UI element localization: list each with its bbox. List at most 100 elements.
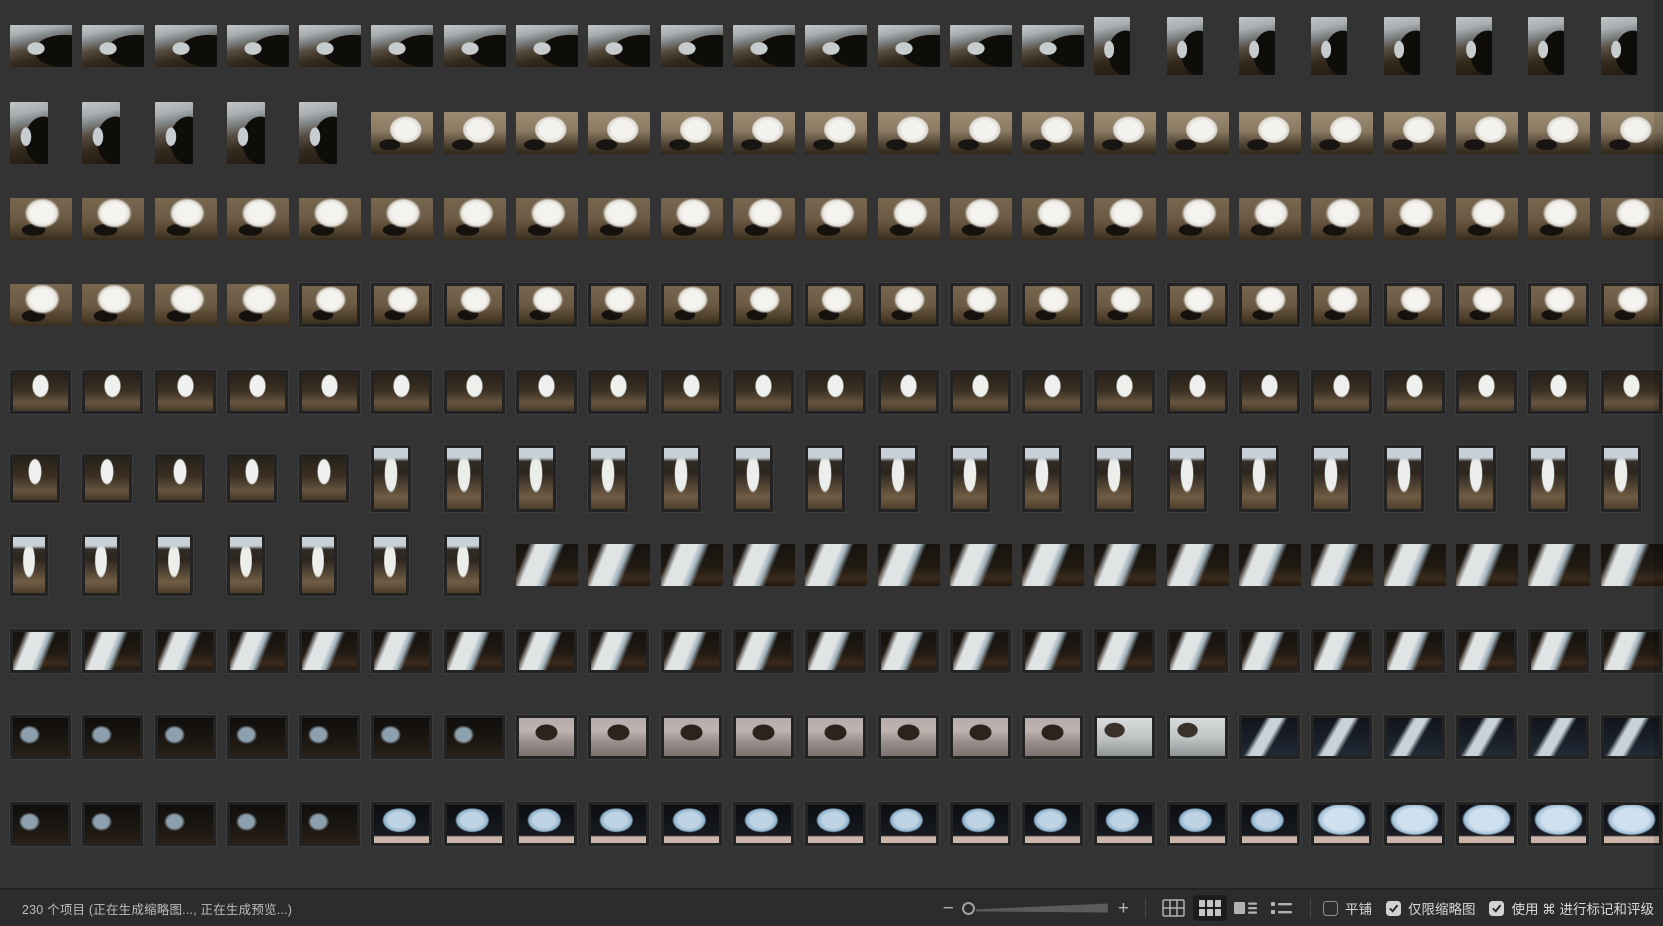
- photo-thumbnail[interactable]: [371, 112, 433, 154]
- photo-thumbnail[interactable]: [1384, 715, 1445, 759]
- photo-thumbnail[interactable]: [516, 112, 578, 154]
- photo-thumbnail[interactable]: [82, 102, 120, 164]
- photo-thumbnail[interactable]: [878, 445, 918, 512]
- photo-thumbnail[interactable]: [227, 370, 288, 414]
- photo-thumbnail[interactable]: [878, 198, 940, 240]
- photo-thumbnail[interactable]: [227, 25, 289, 67]
- photo-thumbnail[interactable]: [444, 629, 505, 673]
- photo-thumbnail[interactable]: [299, 454, 349, 503]
- slider-knob[interactable]: [962, 902, 975, 915]
- photo-thumbnail[interactable]: [805, 715, 866, 759]
- tile-checkbox-label[interactable]: 平铺: [1345, 898, 1372, 918]
- photo-thumbnail[interactable]: [878, 802, 939, 846]
- thumbnail-size-slider[interactable]: [962, 900, 1110, 916]
- photo-thumbnail[interactable]: [1311, 544, 1373, 586]
- photo-thumbnail[interactable]: [1022, 283, 1083, 327]
- photo-thumbnail[interactable]: [227, 715, 288, 759]
- photo-thumbnail[interactable]: [588, 544, 650, 586]
- photo-thumbnail[interactable]: [1094, 112, 1156, 154]
- photo-thumbnail[interactable]: [155, 370, 216, 414]
- photo-thumbnail[interactable]: [950, 802, 1011, 846]
- photo-thumbnail[interactable]: [82, 454, 132, 503]
- photo-thumbnail[interactable]: [299, 370, 360, 414]
- photo-thumbnail[interactable]: [1167, 198, 1229, 240]
- photo-thumbnail[interactable]: [1384, 802, 1445, 846]
- photo-thumbnail[interactable]: [588, 25, 650, 67]
- photo-thumbnail[interactable]: [1239, 629, 1300, 673]
- photo-thumbnail[interactable]: [10, 534, 48, 596]
- photo-thumbnail[interactable]: [1456, 283, 1517, 327]
- photo-thumbnail[interactable]: [661, 198, 723, 240]
- photo-thumbnail[interactable]: [1094, 802, 1155, 846]
- photo-thumbnail[interactable]: [371, 198, 433, 240]
- photo-thumbnail[interactable]: [1456, 17, 1492, 75]
- photo-thumbnail[interactable]: [1456, 112, 1518, 154]
- photo-thumbnail[interactable]: [155, 25, 217, 67]
- photo-thumbnail[interactable]: [10, 715, 71, 759]
- photo-thumbnail[interactable]: [733, 25, 795, 67]
- photo-thumbnail[interactable]: [878, 25, 940, 67]
- photo-thumbnail[interactable]: [1239, 17, 1275, 75]
- photo-thumbnail[interactable]: [1167, 629, 1228, 673]
- photo-thumbnail[interactable]: [661, 802, 722, 846]
- photo-thumbnail[interactable]: [1239, 283, 1300, 327]
- photo-thumbnail[interactable]: [1239, 802, 1300, 846]
- photo-thumbnail[interactable]: [950, 370, 1011, 414]
- photo-thumbnail[interactable]: [516, 283, 577, 327]
- photo-thumbnail[interactable]: [371, 283, 432, 327]
- photo-thumbnail[interactable]: [1456, 715, 1517, 759]
- thumbnails-only-checkbox[interactable]: [1386, 901, 1401, 916]
- photo-thumbnail[interactable]: [588, 370, 649, 414]
- thumbnails-only-checkbox-label[interactable]: 仅限缩略图: [1408, 898, 1476, 918]
- photo-thumbnail[interactable]: [878, 629, 939, 673]
- photo-thumbnail[interactable]: [299, 283, 360, 327]
- photo-thumbnail[interactable]: [299, 25, 361, 67]
- photo-thumbnail[interactable]: [661, 283, 722, 327]
- photo-thumbnail[interactable]: [1311, 445, 1351, 512]
- photo-thumbnail[interactable]: [371, 715, 432, 759]
- photo-thumbnail[interactable]: [733, 544, 795, 586]
- photo-thumbnail[interactable]: [371, 802, 432, 846]
- photo-thumbnail[interactable]: [805, 544, 867, 586]
- photo-thumbnail[interactable]: [1311, 198, 1373, 240]
- photo-thumbnail[interactable]: [299, 534, 337, 596]
- photo-thumbnail[interactable]: [733, 715, 794, 759]
- photo-thumbnail[interactable]: [155, 534, 193, 596]
- photo-thumbnail[interactable]: [1167, 445, 1207, 512]
- photo-thumbnail[interactable]: [1167, 802, 1228, 846]
- photo-thumbnail[interactable]: [733, 445, 773, 512]
- photo-thumbnail[interactable]: [299, 715, 360, 759]
- photo-thumbnail[interactable]: [227, 102, 265, 164]
- photo-thumbnail[interactable]: [1311, 17, 1347, 75]
- photo-thumbnail[interactable]: [1528, 17, 1564, 75]
- photo-thumbnail[interactable]: [805, 370, 866, 414]
- photo-thumbnail[interactable]: [950, 715, 1011, 759]
- photo-thumbnail[interactable]: [1239, 198, 1301, 240]
- photo-thumbnail[interactable]: [1022, 25, 1084, 67]
- photo-thumbnail[interactable]: [1601, 629, 1662, 673]
- photo-thumbnail[interactable]: [588, 445, 628, 512]
- photo-thumbnail[interactable]: [950, 198, 1012, 240]
- photo-thumbnail[interactable]: [950, 283, 1011, 327]
- photo-thumbnail[interactable]: [1601, 445, 1641, 512]
- photo-thumbnail[interactable]: [155, 454, 205, 503]
- photo-thumbnail[interactable]: [805, 198, 867, 240]
- photo-thumbnail[interactable]: [1022, 802, 1083, 846]
- photo-thumbnail[interactable]: [444, 445, 484, 512]
- photo-thumbnail[interactable]: [1528, 283, 1589, 327]
- photo-thumbnail[interactable]: [1456, 544, 1518, 586]
- photo-thumbnail[interactable]: [444, 370, 505, 414]
- photo-thumbnail[interactable]: [516, 445, 556, 512]
- photo-thumbnail[interactable]: [10, 102, 48, 164]
- photo-thumbnail[interactable]: [1601, 17, 1637, 75]
- photo-thumbnail[interactable]: [1022, 629, 1083, 673]
- photo-thumbnail[interactable]: [1239, 544, 1301, 586]
- photo-thumbnail[interactable]: [1311, 370, 1372, 414]
- photo-thumbnail[interactable]: [733, 198, 795, 240]
- photo-thumbnail[interactable]: [588, 715, 649, 759]
- photo-thumbnail[interactable]: [950, 544, 1012, 586]
- photo-thumbnail[interactable]: [10, 25, 72, 67]
- photo-thumbnail[interactable]: [1022, 112, 1084, 154]
- photo-thumbnail[interactable]: [444, 802, 505, 846]
- photo-thumbnail[interactable]: [1384, 283, 1445, 327]
